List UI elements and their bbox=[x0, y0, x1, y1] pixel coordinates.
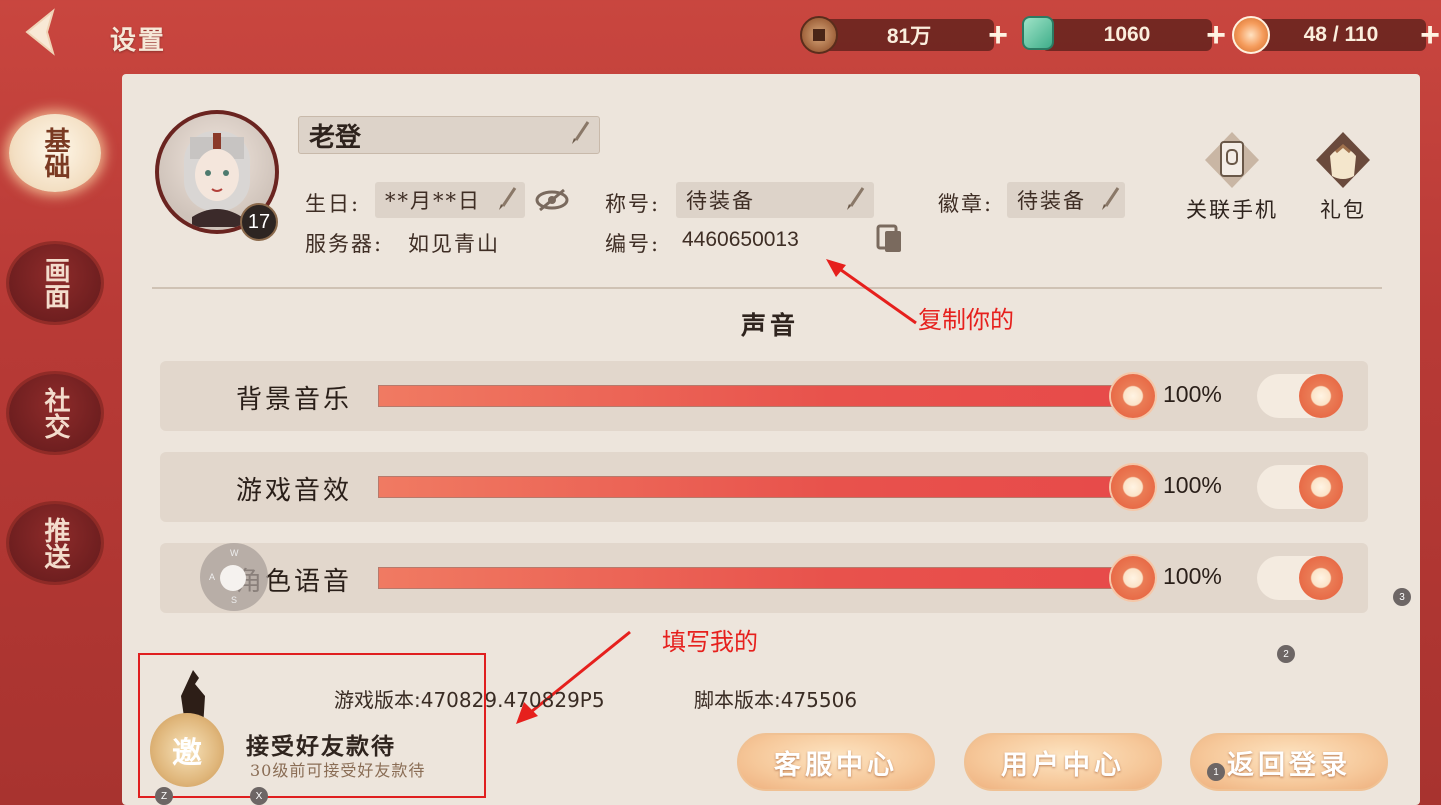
copy-icon[interactable] bbox=[876, 224, 904, 254]
toggle-knob bbox=[1299, 556, 1343, 600]
link-phone-button[interactable]: 关联手机 bbox=[1186, 130, 1278, 224]
back-button[interactable] bbox=[12, 4, 72, 60]
gift-label: 礼包 bbox=[1320, 198, 1366, 222]
user-center-button[interactable]: 用户中心 bbox=[964, 733, 1162, 791]
sidebar-item-label: 基础 bbox=[9, 114, 101, 192]
sidebar-item-label: 推送 bbox=[9, 504, 101, 582]
joystick-key-w: W bbox=[230, 548, 239, 558]
birthday-label: 生日: bbox=[305, 192, 361, 216]
invite-seal[interactable]: 邀 bbox=[150, 713, 224, 787]
player-id: 4460650013 bbox=[682, 228, 799, 251]
currency-stamina: 48 / 110 + bbox=[1232, 16, 1440, 54]
annotation-copy-yours: 复制你的 bbox=[918, 306, 1014, 334]
joystick-thumb[interactable] bbox=[220, 565, 246, 591]
sfx-slider-handle[interactable] bbox=[1111, 465, 1155, 509]
currency-copper: 81万 + bbox=[800, 16, 1008, 54]
copper-value: 81万 bbox=[824, 19, 994, 51]
voice-slider-handle[interactable] bbox=[1111, 556, 1155, 600]
section-divider bbox=[152, 287, 1382, 289]
gift-button[interactable]: 礼包 bbox=[1312, 130, 1374, 224]
annotation-arrow-copy bbox=[826, 259, 917, 325]
edit-badge-brush-icon[interactable] bbox=[1098, 186, 1122, 212]
hint-key-2: 2 bbox=[1277, 645, 1295, 663]
page-title: 设置 bbox=[110, 26, 167, 56]
annotation-arrow-fill bbox=[516, 630, 631, 724]
bgm-volume-value: 100% bbox=[1163, 381, 1222, 407]
joystick-key-s: S bbox=[231, 595, 238, 605]
jade-value: 1060 bbox=[1042, 19, 1212, 51]
link-phone-label: 关联手机 bbox=[1186, 198, 1278, 222]
sfx-toggle[interactable] bbox=[1257, 465, 1343, 509]
hint-key-3: 3 bbox=[1393, 588, 1411, 606]
bgm-slider-fill bbox=[379, 386, 1133, 406]
sound-row-label: 背景音乐 bbox=[236, 385, 353, 415]
add-copper-button[interactable]: + bbox=[982, 18, 1014, 52]
sound-row-voice: 角色语音 100% bbox=[160, 543, 1368, 613]
stamina-value: 48 / 110 bbox=[1256, 19, 1426, 51]
hint-key-z: Z bbox=[155, 787, 173, 805]
sfx-slider[interactable] bbox=[378, 465, 1155, 509]
sound-row-bgm: 背景音乐 100% bbox=[160, 361, 1368, 431]
edit-name-brush-icon[interactable] bbox=[568, 120, 592, 146]
add-jade-button[interactable]: + bbox=[1200, 18, 1232, 52]
sidebar-item-display[interactable]: 画面 bbox=[6, 242, 104, 324]
voice-slider[interactable] bbox=[378, 556, 1155, 600]
bgm-slider-handle[interactable] bbox=[1111, 374, 1155, 418]
sound-row-label: 游戏音效 bbox=[236, 476, 353, 506]
sfx-volume-value: 100% bbox=[1163, 472, 1222, 498]
level-badge: 17 bbox=[240, 203, 278, 241]
sidebar-item-push[interactable]: 推送 bbox=[6, 502, 104, 584]
gift-bag-icon bbox=[1316, 132, 1370, 188]
voice-volume-value: 100% bbox=[1163, 563, 1222, 589]
jade-icon bbox=[1022, 16, 1054, 50]
sidebar-item-label: 画面 bbox=[9, 244, 101, 322]
badge-label: 徽章: bbox=[938, 192, 994, 216]
top-bar: 设置 81万 + 1060 + 48 / 110 + bbox=[0, 0, 1441, 72]
copper-coin-icon bbox=[800, 16, 838, 54]
sound-row-sfx: 游戏音效 100% bbox=[160, 452, 1368, 522]
annotation-fill-mine: 填写我的 bbox=[662, 628, 758, 656]
joystick-key-a: A bbox=[209, 572, 216, 582]
hide-eye-icon[interactable] bbox=[534, 188, 570, 212]
title-label: 称号: bbox=[605, 192, 661, 216]
food-stamina-icon bbox=[1232, 16, 1270, 54]
hint-key-1: 1 bbox=[1207, 763, 1225, 781]
edit-birthday-brush-icon[interactable] bbox=[495, 186, 519, 212]
virtual-joystick[interactable]: W A S bbox=[200, 543, 268, 611]
hint-key-x: X bbox=[250, 787, 268, 805]
server-label: 服务器: bbox=[305, 232, 384, 256]
currency-jade: 1060 + bbox=[1022, 16, 1226, 54]
sidebar-item-basic[interactable]: 基础 bbox=[6, 112, 104, 194]
accept-hospitality-title[interactable]: 接受好友款待 bbox=[246, 727, 396, 761]
voice-toggle[interactable] bbox=[1257, 556, 1343, 600]
server-value: 如见青山 bbox=[408, 232, 500, 256]
sidebar-item-social[interactable]: 社交 bbox=[6, 372, 104, 454]
sfx-slider-fill bbox=[379, 477, 1133, 497]
bgm-toggle[interactable] bbox=[1257, 374, 1343, 418]
player-name: 老登 bbox=[298, 116, 600, 154]
script-version: 脚本版本:475506 bbox=[694, 688, 858, 712]
customer-service-button[interactable]: 客服中心 bbox=[737, 733, 935, 791]
toggle-knob bbox=[1299, 374, 1343, 418]
sidebar-item-label: 社交 bbox=[9, 374, 101, 452]
voice-slider-fill bbox=[379, 568, 1133, 588]
bgm-slider[interactable] bbox=[378, 374, 1155, 418]
accept-hospitality-subtitle: 30级前可接受好友款待 bbox=[250, 761, 426, 780]
id-label: 编号: bbox=[605, 232, 661, 256]
back-arrow-icon bbox=[25, 8, 55, 56]
add-stamina-button[interactable]: + bbox=[1414, 18, 1441, 52]
phone-icon bbox=[1205, 132, 1259, 188]
sound-section-title: 声音 bbox=[740, 311, 799, 340]
toggle-knob bbox=[1299, 465, 1343, 509]
edit-title-brush-icon[interactable] bbox=[843, 186, 867, 212]
return-login-button[interactable]: 返回登录 bbox=[1190, 733, 1388, 791]
